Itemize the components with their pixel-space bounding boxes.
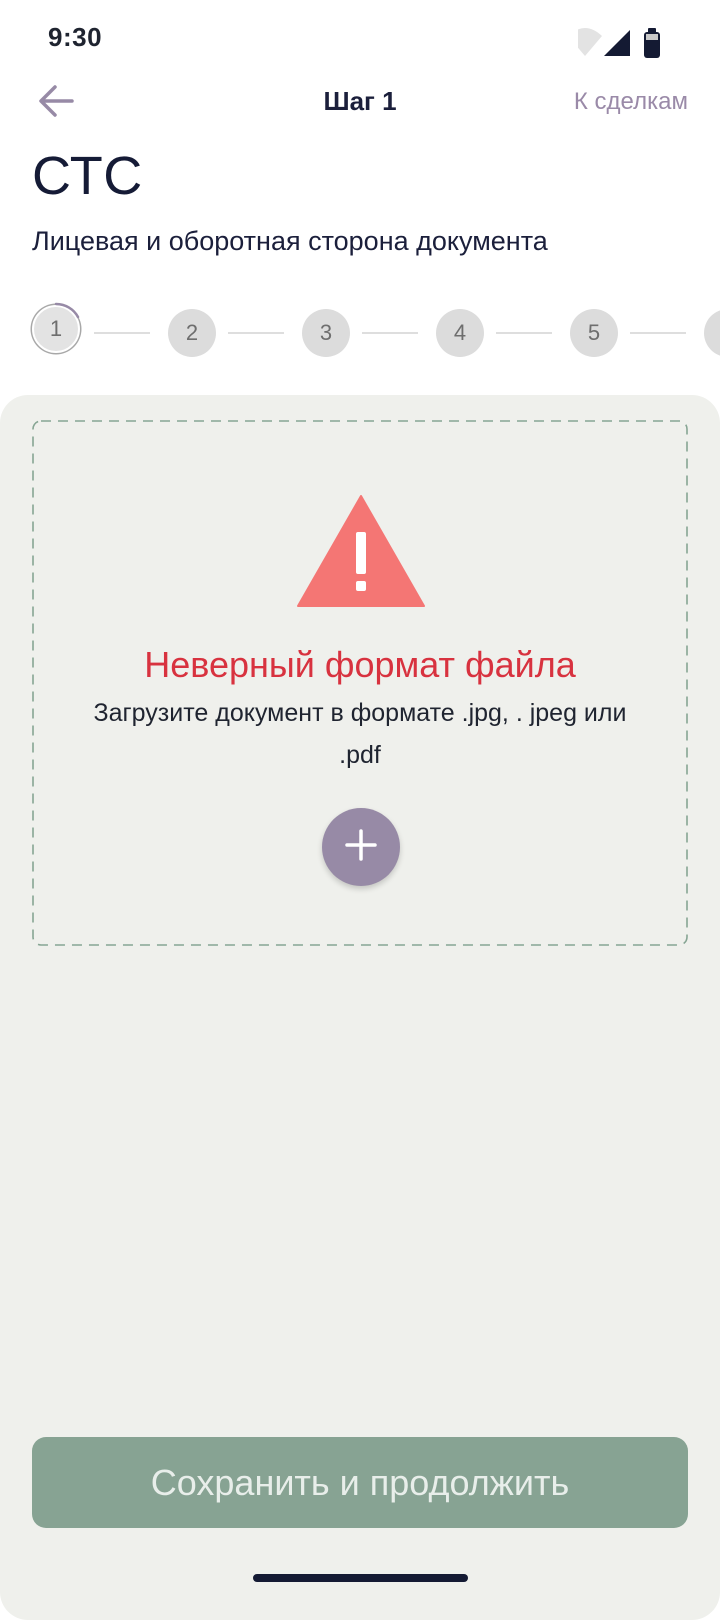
save-continue-button[interactable]: Сохранить и продолжить [32, 1437, 688, 1528]
step-6[interactable]: 6 [704, 309, 720, 357]
wifi-icon [568, 28, 602, 56]
step-4[interactable]: 4 [436, 309, 484, 357]
step-connector [94, 332, 150, 334]
signal-icon [604, 30, 630, 56]
step-1[interactable]: 1 [32, 305, 80, 353]
warning-triangle-icon [296, 494, 426, 608]
add-file-button[interactable] [322, 808, 400, 886]
error-description: Загрузите документ в формате .jpg, . jpe… [93, 699, 627, 769]
home-indicator[interactable] [253, 1574, 468, 1582]
error-title: Неверный формат файла [144, 644, 576, 685]
step-connector [362, 332, 418, 334]
page-title: СТС [32, 146, 143, 206]
battery-icon [644, 28, 660, 58]
step-2[interactable]: 2 [168, 309, 216, 357]
deals-link[interactable]: К сделкам [574, 88, 688, 116]
step-connector [630, 332, 686, 334]
step-5[interactable]: 5 [570, 309, 618, 357]
step-connector [228, 332, 284, 334]
status-icons [568, 26, 688, 60]
step-connector [496, 332, 552, 334]
page-subtitle: Лицевая и оборотная сторона документа [32, 226, 548, 256]
plus-icon [344, 828, 378, 867]
step-3[interactable]: 3 [302, 309, 350, 357]
status-time: 9:30 [48, 22, 103, 52]
